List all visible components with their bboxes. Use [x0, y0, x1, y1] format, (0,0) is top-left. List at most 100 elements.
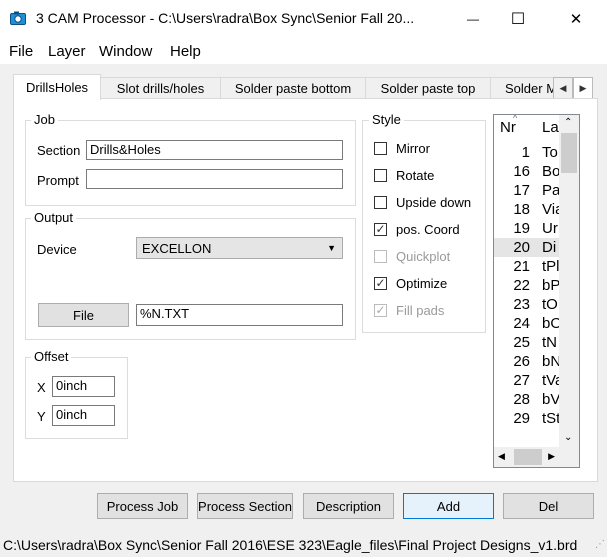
offset-x-label: X	[37, 380, 46, 395]
style-group-title: Style	[369, 112, 404, 127]
mirror-checkbox[interactable]	[374, 142, 387, 155]
maximize-icon: ☐	[510, 11, 526, 28]
device-value: EXCELLON	[142, 241, 212, 256]
layer-row[interactable]: 20 Di	[494, 238, 562, 257]
tab-scroll-left-icon[interactable]: ◀	[553, 77, 573, 99]
layer-row[interactable]: 23 tO	[494, 295, 562, 314]
prompt-input[interactable]	[86, 169, 343, 189]
pos-coord-checkbox[interactable]: ✓	[374, 223, 387, 236]
section-input[interactable]: Drills&Holes	[86, 140, 343, 160]
layer-row[interactable]: 17 Pa	[494, 181, 562, 200]
status-bar: C:\Users\radra\Box Sync\Senior Fall 2016…	[0, 533, 607, 557]
layer-name: Di	[542, 239, 557, 256]
layer-name: tO	[542, 296, 558, 313]
file-input[interactable]: %N.TXT	[136, 304, 343, 326]
section-label: Section	[37, 143, 81, 158]
tab-scroller: ◀ ▶	[553, 77, 593, 99]
minimize-button[interactable]: —	[450, 0, 496, 38]
upside-down-label[interactable]: Upside down	[396, 195, 471, 210]
layer-name: bV	[542, 391, 561, 408]
device-label: Device	[37, 242, 77, 257]
layer-row[interactable]: 22 bP	[494, 276, 562, 295]
menu-help[interactable]: Help	[170, 43, 201, 60]
tab-solder-paste-top[interactable]: Solder paste top	[365, 77, 491, 99]
layer-row[interactable]: 28 bV	[494, 390, 562, 409]
layer-number: 27	[513, 372, 530, 389]
fill-pads-label: Fill pads	[396, 303, 445, 318]
scroll-left-icon[interactable]: ◀	[498, 451, 505, 462]
maximize-button[interactable]: ☐	[495, 0, 541, 38]
layer-row[interactable]: 27 tVa	[494, 371, 562, 390]
layer-col-name-header[interactable]: La	[542, 119, 559, 136]
layer-number: 24	[513, 315, 530, 332]
close-button[interactable]: ✕	[553, 0, 599, 38]
layer-row[interactable]: 19 Ur	[494, 219, 562, 238]
offset-y-input[interactable]: 0inch	[52, 405, 115, 426]
quickplot-checkbox	[374, 250, 387, 263]
offset-group-title: Offset	[31, 349, 72, 364]
layer-number: 16	[513, 163, 530, 180]
layer-number: 26	[513, 353, 530, 370]
optimize-checkbox[interactable]: ✓	[374, 277, 387, 290]
layer-number: 29	[513, 410, 530, 427]
layer-number: 21	[513, 258, 530, 275]
offset-x-input[interactable]: 0inch	[52, 376, 115, 397]
mirror-label[interactable]: Mirror	[396, 141, 430, 156]
process-section-button[interactable]: Process Section	[197, 493, 293, 519]
tab-solder-mask[interactable]: Solder M	[490, 77, 554, 98]
rotate-label[interactable]: Rotate	[396, 168, 434, 183]
layer-row[interactable]: 26 bN	[494, 352, 562, 371]
status-path: C:\Users\radra\Box Sync\Senior Fall 2016…	[3, 537, 578, 553]
rotate-checkbox[interactable]	[374, 169, 387, 182]
layer-number: 17	[513, 182, 530, 199]
horizontal-scrollbar[interactable]: ◀ ▶	[494, 447, 579, 467]
vertical-scrollbar[interactable]: ⌃ ⌄	[559, 115, 579, 447]
process-job-button[interactable]: Process Job	[97, 493, 188, 519]
tab-drills-holes[interactable]: DrillsHoles	[13, 74, 101, 100]
scroll-up-icon[interactable]: ⌃	[564, 117, 572, 128]
menu-layer[interactable]: Layer	[48, 43, 86, 60]
device-select[interactable]: EXCELLON ▼	[136, 237, 343, 259]
close-icon: ✕	[569, 11, 583, 28]
tab-solder-paste-bottom[interactable]: Solder paste bottom	[220, 77, 366, 99]
offset-group	[25, 357, 128, 439]
layer-number: 22	[513, 277, 530, 294]
horizontal-scroll-thumb[interactable]	[514, 449, 542, 465]
layer-number: 20	[513, 239, 530, 256]
tab-slot-drills[interactable]: Slot drills/holes	[100, 77, 221, 99]
layer-row[interactable]: 24 bO	[494, 314, 562, 333]
menu-file[interactable]: File	[9, 43, 33, 60]
description-button[interactable]: Description	[303, 493, 394, 519]
tab-scroll-right-icon[interactable]: ▶	[573, 77, 593, 99]
optimize-label[interactable]: Optimize	[396, 276, 447, 291]
layer-number: 19	[513, 220, 530, 237]
prompt-label: Prompt	[37, 173, 79, 188]
layer-row[interactable]: 16 Bo	[494, 162, 562, 181]
resize-grip-icon[interactable]: ⋰	[595, 539, 605, 550]
layer-row[interactable]: 18 Via	[494, 200, 562, 219]
camera-icon	[10, 11, 26, 25]
menu-window[interactable]: Window	[99, 43, 152, 60]
layer-name: Ur	[542, 220, 558, 237]
scroll-right-icon[interactable]: ▶	[548, 451, 555, 462]
layer-name: tPl	[542, 258, 560, 275]
del-button[interactable]: Del	[503, 493, 594, 519]
layer-number: 18	[513, 201, 530, 218]
pos-coord-label[interactable]: pos. Coord	[396, 222, 460, 237]
job-group	[25, 120, 356, 206]
layer-row[interactable]: 1 To	[494, 143, 562, 162]
add-button[interactable]: Add	[403, 493, 494, 519]
minimize-icon: —	[467, 12, 479, 26]
scroll-down-icon[interactable]: ⌄	[564, 432, 572, 443]
vertical-scroll-thumb[interactable]	[561, 133, 577, 173]
layer-row[interactable]: 25 tN	[494, 333, 562, 352]
layer-name: tN	[542, 334, 557, 351]
checkmark-icon: ✓	[375, 303, 386, 317]
layer-row[interactable]: 21 tPl	[494, 257, 562, 276]
offset-y-label: Y	[37, 409, 46, 424]
layer-name: Bo	[542, 163, 561, 180]
upside-down-checkbox[interactable]	[374, 196, 387, 209]
file-button[interactable]: File	[38, 303, 129, 327]
layer-row[interactable]: 29 tSt	[494, 409, 562, 428]
layer-name: bP	[542, 277, 561, 294]
